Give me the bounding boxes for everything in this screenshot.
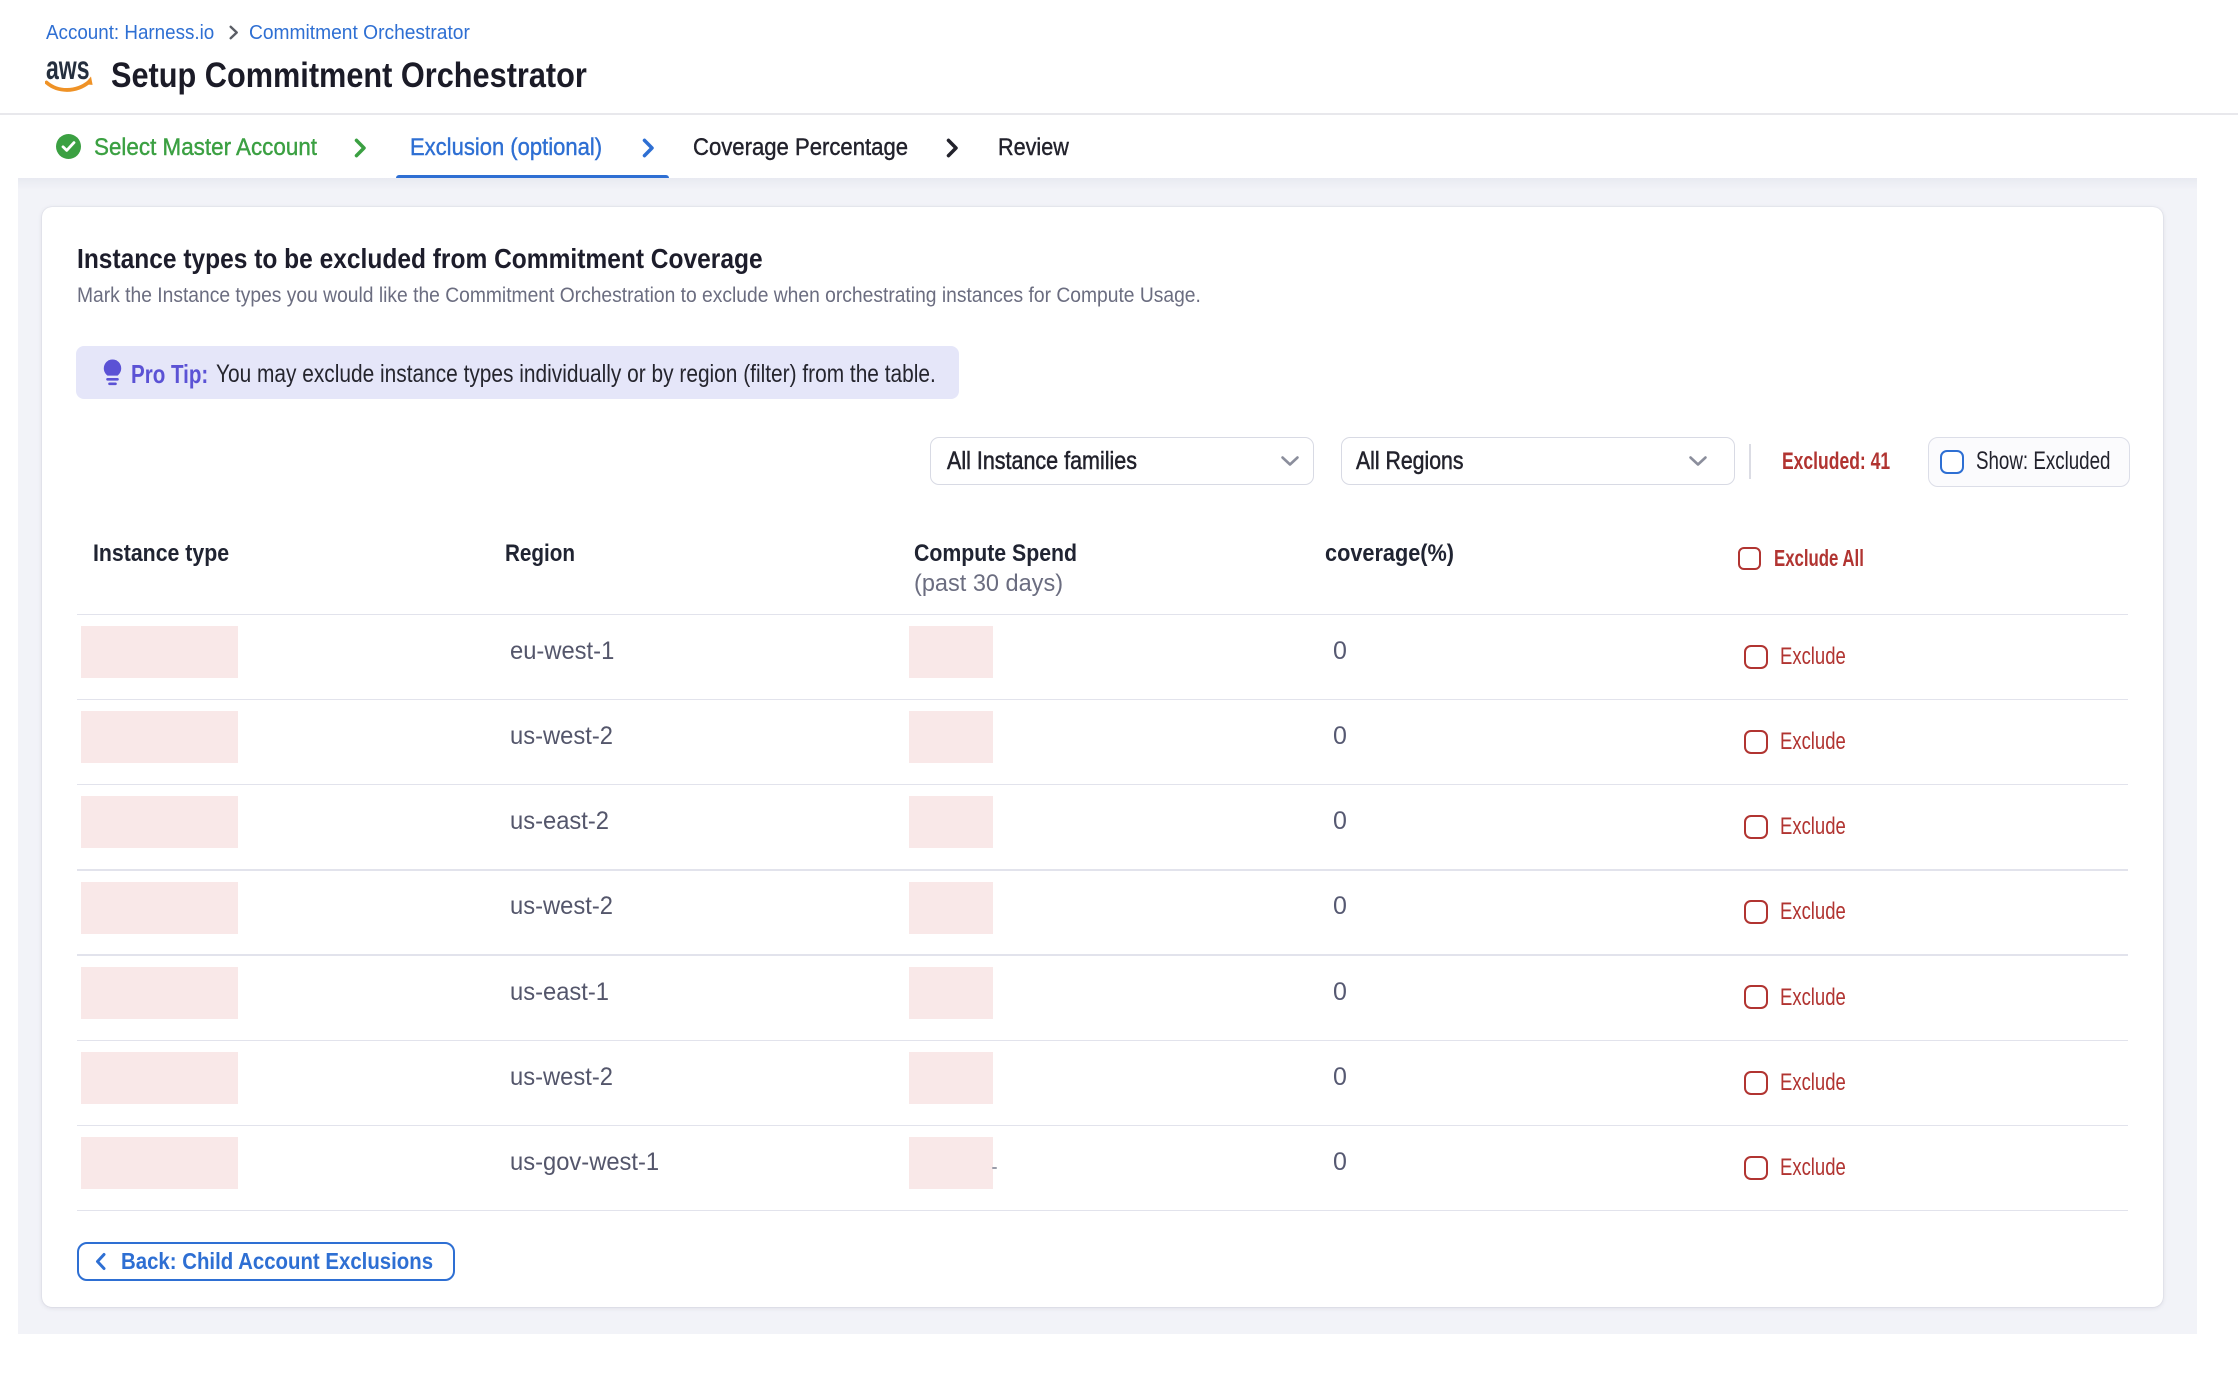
svg-text:aws: aws [46, 54, 90, 86]
